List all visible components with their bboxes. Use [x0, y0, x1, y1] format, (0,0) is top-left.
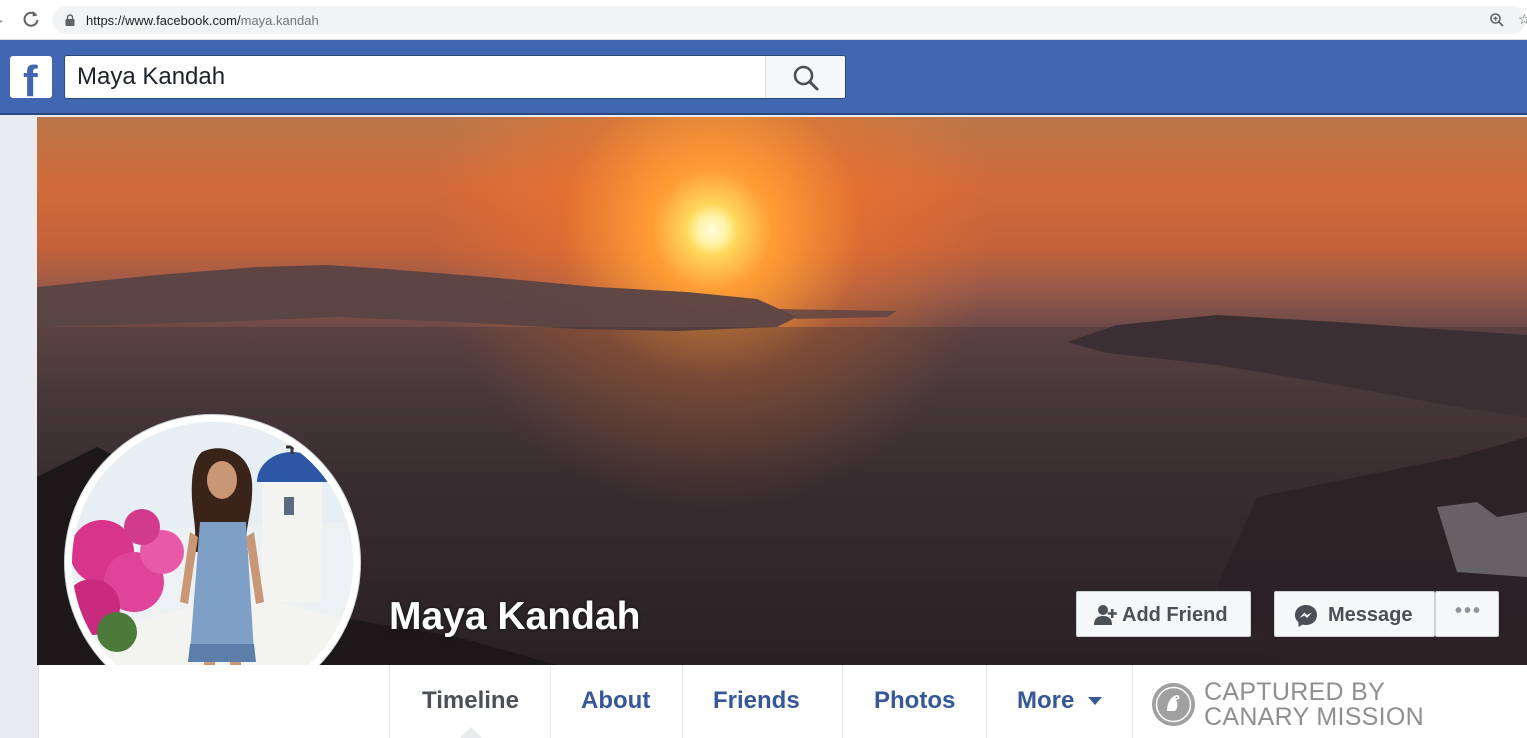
tab-more-label: More: [1017, 687, 1075, 714]
message-button[interactable]: Message: [1274, 591, 1435, 637]
lock-icon: [65, 14, 75, 26]
url-text: https://www.facebook.com/maya.kandah: [86, 13, 319, 28]
facebook-logo-letter: f: [23, 57, 38, 99]
bookmark-star-icon[interactable]: ☆: [1518, 11, 1527, 28]
watermark-line2: CANARY MISSION: [1204, 703, 1424, 731]
search-input[interactable]: [65, 56, 765, 98]
tab-divider: [1132, 665, 1133, 738]
canary-mission-watermark: CAPTURED BY CANARY MISSION: [1152, 678, 1452, 733]
search-icon: [793, 65, 819, 91]
add-friend-button[interactable]: Add Friend: [1076, 591, 1251, 637]
tab-friends[interactable]: Friends: [682, 665, 842, 738]
canary-bird-logo-icon: [1152, 683, 1195, 726]
facebook-logo-icon[interactable]: f: [10, 56, 52, 98]
more-options-dots-icon: •••: [1455, 600, 1483, 622]
search-bar: [64, 55, 846, 99]
profile-photo-image: [72, 422, 353, 703]
more-options-button[interactable]: •••: [1435, 591, 1499, 637]
zoom-icon[interactable]: [1489, 12, 1505, 28]
url-domain: https://www.facebook.com/: [86, 13, 241, 28]
dropdown-arrow-icon: [1088, 697, 1102, 705]
message-label: Message: [1328, 604, 1413, 626]
tab-friends-label: Friends: [713, 687, 800, 714]
active-tab-caret-icon: [460, 727, 482, 738]
tab-photos-label: Photos: [874, 687, 956, 714]
address-bar[interactable]: https://www.facebook.com/maya.kandah ☆: [52, 6, 1527, 34]
tab-about-label: About: [581, 687, 651, 714]
tab-about[interactable]: About: [550, 665, 682, 738]
tab-more[interactable]: More: [986, 665, 1132, 738]
back-arrow-icon[interactable]: ▸: [0, 12, 3, 29]
profile-photo-illustration: [72, 422, 353, 703]
browser-toolbar: ▸ https://www.facebook.com/maya.kandah ☆: [0, 0, 1527, 40]
profile-name[interactable]: Maya Kandah: [389, 595, 640, 639]
tab-photos[interactable]: Photos: [842, 665, 986, 738]
search-button[interactable]: [765, 56, 845, 98]
add-friend-icon: [1094, 605, 1117, 625]
add-friend-label: Add Friend: [1122, 604, 1228, 626]
tab-timeline[interactable]: Timeline: [389, 665, 550, 738]
url-path: maya.kandah: [240, 13, 319, 28]
reload-icon[interactable]: [20, 8, 42, 30]
facebook-header: f: [0, 40, 1527, 115]
messenger-icon: [1295, 605, 1317, 627]
tab-timeline-label: Timeline: [422, 687, 519, 714]
